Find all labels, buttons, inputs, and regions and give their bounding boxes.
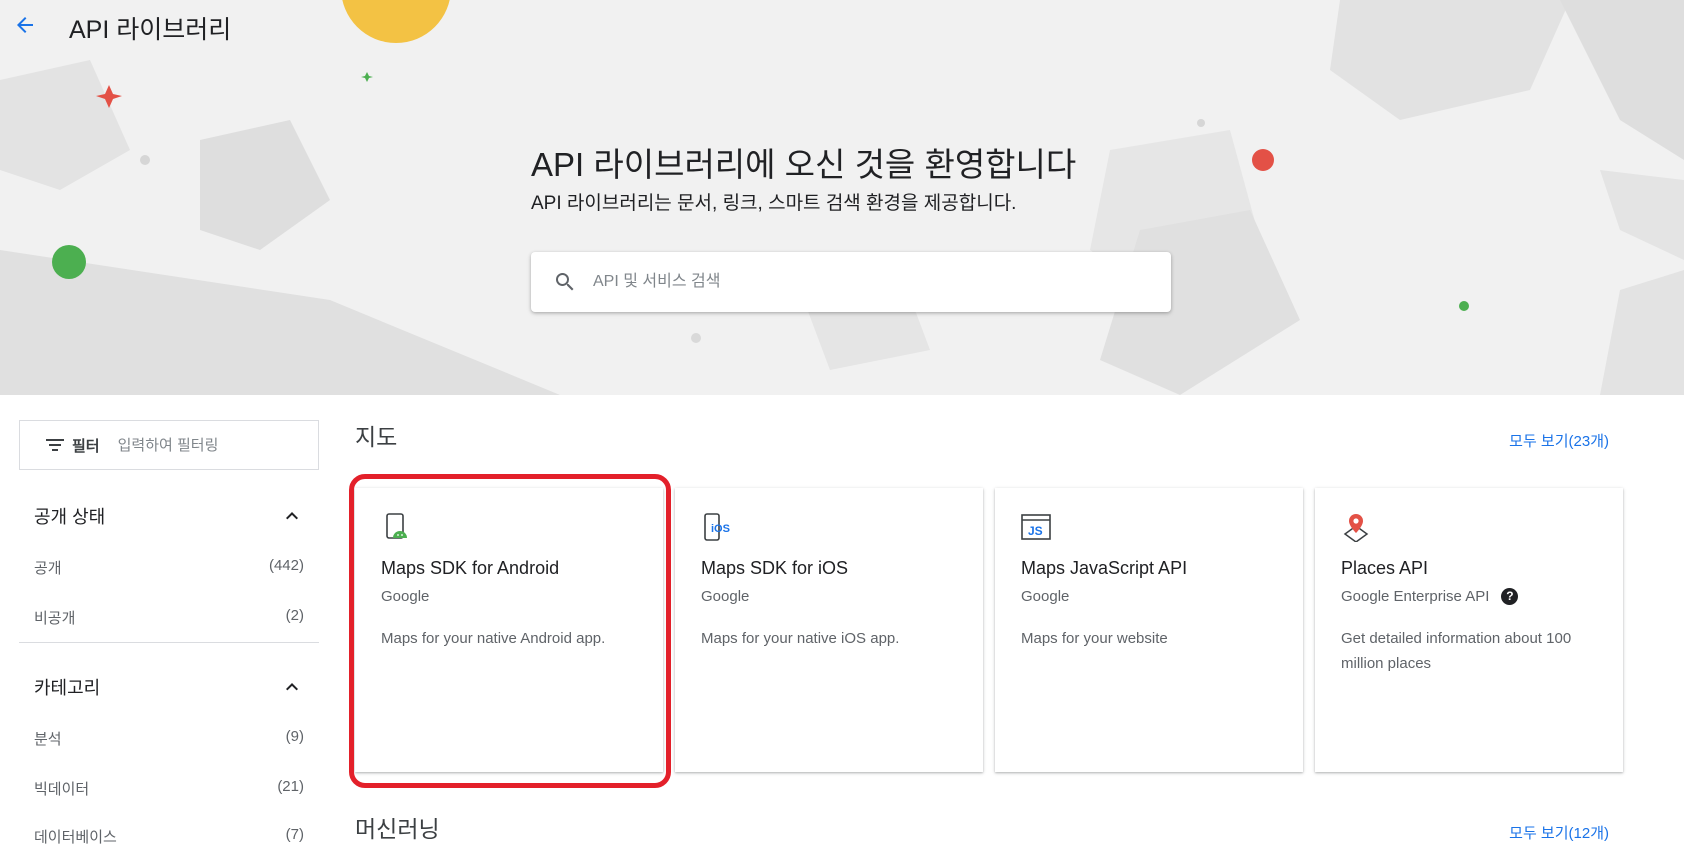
api-card-provider: Google Enterprise API ? (1341, 588, 1519, 605)
api-card-provider: Google (381, 588, 429, 605)
facet-item-database[interactable]: 데이터베이스 (7) (34, 826, 304, 847)
api-card-provider-text: Google (1021, 588, 1070, 605)
facet-header-visibility[interactable]: 공개 상태 (34, 503, 304, 529)
facet-item-count: (442) (268, 557, 304, 574)
api-card-description: Get detailed information about 100 milli… (1341, 630, 1572, 672)
facet-item-bigdata[interactable]: 빅데이터 (21) (34, 778, 304, 799)
api-card-maps-javascript[interactable]: JS Maps JavaScript API Google Maps for y… (995, 488, 1303, 772)
sidebar-divider (19, 642, 319, 643)
welcome-title: API 라이브러리에 오신 것을 환영합니다 (531, 146, 1077, 183)
section-title-ml: 머신러닝 (355, 816, 440, 842)
facet-item-label: 공개 (34, 560, 62, 577)
api-card-maps-android[interactable]: Maps SDK for Android Google Maps for you… (355, 488, 663, 772)
api-card-name: Places API (1341, 558, 1429, 578)
search-bar[interactable] (531, 252, 1171, 312)
hero-banner: API 라이브러리 API 라이브러리에 오신 것을 환영합니다 API 라이브… (0, 0, 1684, 395)
api-card-provider-text: Google (381, 588, 430, 605)
place-pin-icon (1343, 514, 1369, 542)
help-icon[interactable]: ? (1501, 588, 1519, 605)
api-card-provider-text: Google (701, 588, 750, 605)
api-card-description: Maps for your native iOS app. (701, 630, 900, 647)
js-icon: JS (1021, 514, 1051, 540)
ios-phone-icon: iOS (704, 513, 730, 541)
facet-item-label: 비공개 (34, 610, 76, 627)
api-card-name: Maps JavaScript API (1021, 558, 1188, 578)
back-button[interactable] (10, 8, 40, 42)
filter-icon (46, 439, 64, 451)
facet-item-count: (2) (285, 607, 304, 624)
facet-item-label: 데이터베이스 (34, 829, 117, 846)
facet-item-label: 분석 (34, 731, 62, 748)
facet-title: 카테고리 (34, 678, 101, 698)
welcome-subtitle: API 라이브러리는 문서, 링크, 스마트 검색 환경을 제공합니다. (531, 193, 1017, 214)
android-phone-icon (386, 513, 407, 539)
svg-text:JS: JS (1028, 524, 1043, 538)
facet-item-label: 빅데이터 (34, 781, 90, 798)
page-title: API 라이브러리 (69, 16, 232, 44)
search-input[interactable] (591, 272, 1135, 292)
facet-item-private[interactable]: 비공개 (2) (34, 607, 304, 628)
filter-label: 필터 (72, 437, 100, 455)
arrow-back-icon (17, 17, 33, 33)
search-icon (556, 273, 574, 291)
api-card-provider-text: Google Enterprise API (1341, 588, 1490, 605)
api-card-places[interactable]: Places API Google Enterprise API ? Get d… (1315, 488, 1623, 772)
api-card-name: Maps SDK for iOS (701, 558, 849, 578)
section-title-maps: 지도 (355, 424, 398, 450)
filter-box[interactable]: 필터 (19, 420, 319, 470)
facet-item-count: (9) (285, 728, 304, 745)
facet-item-analytics[interactable]: 분석 (9) (34, 728, 304, 749)
filter-input[interactable] (115, 435, 280, 455)
facet-item-count: (7) (285, 826, 304, 843)
facet-title: 공개 상태 (34, 507, 106, 527)
api-card-description: Maps for your website (1021, 630, 1168, 647)
api-card-provider: Google (1021, 588, 1069, 605)
facet-header-category[interactable]: 카테고리 (34, 674, 304, 700)
chevron-up-icon[interactable] (280, 675, 304, 699)
chevron-up-icon[interactable] (280, 504, 304, 528)
facet-item-public[interactable]: 공개 (442) (34, 557, 304, 578)
svg-text:iOS: iOS (711, 523, 730, 535)
api-card-description: Maps for your native Android app. (381, 630, 606, 647)
api-card-provider: Google (701, 588, 749, 605)
see-all-link-maps[interactable]: 모두 보기(23개) (1509, 430, 1609, 451)
facet-item-count: (21) (277, 778, 304, 795)
api-card-name: Maps SDK for Android (381, 558, 560, 578)
api-card-maps-ios[interactable]: iOS Maps SDK for iOS Google Maps for you… (675, 488, 983, 772)
